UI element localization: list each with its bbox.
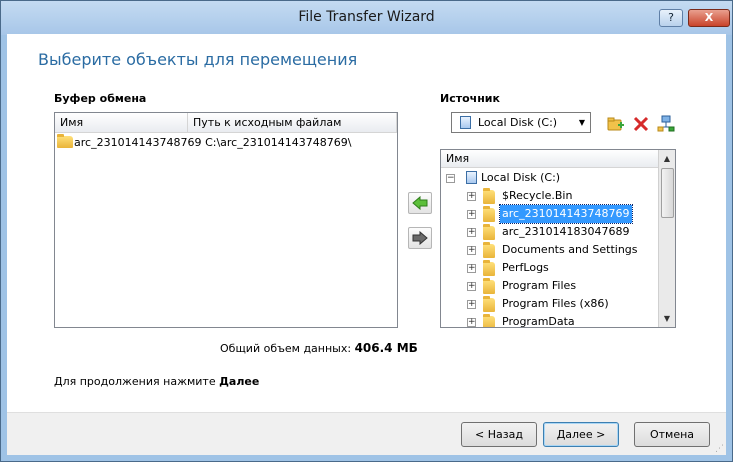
- folder-icon: [483, 278, 495, 294]
- expand-icon[interactable]: +: [467, 210, 476, 219]
- column-name[interactable]: Имя: [55, 113, 188, 132]
- clipboard-label: Буфер обмена: [54, 92, 147, 105]
- expand-icon[interactable]: +: [467, 228, 476, 237]
- expand-icon[interactable]: +: [467, 282, 476, 291]
- list-item[interactable]: arc_231014143748769 C:\arc_2310141437487…: [57, 134, 352, 151]
- drive-select-value: Local Disk (C:): [478, 116, 558, 129]
- expand-icon[interactable]: +: [467, 192, 476, 201]
- drive-select[interactable]: Local Disk (C:) ▼: [451, 112, 591, 133]
- tree-header-name[interactable]: Имя: [441, 150, 660, 168]
- close-button[interactable]: X: [688, 9, 730, 27]
- tree-item-label: ProgramData: [502, 315, 575, 328]
- tree-item-label: $Recycle.Bin: [502, 189, 573, 202]
- hint-text: Для продолжения нажмите: [54, 375, 216, 388]
- move-to-source-button[interactable]: [408, 227, 432, 249]
- tree-item-label: Documents and Settings: [502, 243, 638, 256]
- total-size-value: 406.4 МБ: [354, 341, 418, 355]
- total-size: Общий объем данных: 406.4 МБ: [220, 341, 418, 355]
- arrow-right-icon: [412, 231, 428, 245]
- folder-icon: [483, 314, 495, 327]
- scroll-down-icon[interactable]: ▼: [659, 310, 675, 327]
- delete-icon[interactable]: [632, 115, 650, 133]
- folder-icon: [483, 242, 495, 258]
- scroll-up-icon[interactable]: ▲: [659, 150, 675, 167]
- tree-item-label: PerfLogs: [502, 261, 549, 274]
- window-title: File Transfer Wizard: [298, 9, 435, 25]
- arrow-left-icon: [412, 196, 428, 210]
- hint-bold: Далее: [219, 375, 260, 388]
- drive-icon: [460, 116, 471, 129]
- folder-icon: [483, 188, 495, 204]
- continue-hint: Для продолжения нажмите Далее: [54, 375, 259, 388]
- cancel-button[interactable]: Отмена: [634, 422, 710, 447]
- source-tree[interactable]: Имя ▲ ▼ − Local Disk (C:) + $Recycle.Bin +…: [440, 149, 676, 328]
- help-button[interactable]: ?: [659, 9, 683, 27]
- folder-icon: [483, 206, 495, 222]
- item-name: arc_231014143748769: [74, 136, 202, 149]
- tree-item-label: arc_231014183047689: [502, 225, 630, 238]
- clipboard-list[interactable]: Имя Путь к исходным файлам arc_231014143…: [54, 112, 398, 328]
- new-folder-icon[interactable]: [607, 115, 625, 133]
- title-bar[interactable]: File Transfer Wizard ? X: [1, 1, 732, 35]
- expand-icon[interactable]: +: [467, 318, 476, 327]
- total-size-label: Общий объем данных:: [220, 342, 352, 355]
- folder-icon: [483, 260, 495, 276]
- item-path: C:\arc_231014143748769\: [205, 136, 352, 149]
- tree-root-label: Local Disk (C:): [481, 171, 561, 184]
- source-label: Источник: [440, 92, 500, 105]
- back-button[interactable]: < Назад: [461, 422, 537, 447]
- tree-item-label: Program Files: [502, 279, 577, 292]
- chevron-down-icon[interactable]: ▼: [574, 113, 590, 132]
- folder-icon: [57, 134, 73, 148]
- resize-grip-icon[interactable]: ⋰: [715, 444, 725, 454]
- page-title: Выберите объекты для перемещения: [38, 50, 358, 69]
- folder-icon: [483, 296, 495, 312]
- move-to-clipboard-button[interactable]: [408, 192, 432, 214]
- column-source-path[interactable]: Путь к исходным файлам: [188, 113, 397, 132]
- scroll-thumb[interactable]: [661, 168, 674, 218]
- clipboard-list-header: Имя Путь к исходным файлам: [55, 113, 397, 133]
- collapse-icon[interactable]: −: [446, 174, 455, 183]
- next-button[interactable]: Далее >: [543, 422, 619, 447]
- folder-icon: [483, 224, 495, 240]
- expand-icon[interactable]: +: [467, 246, 476, 255]
- drive-icon: [466, 171, 477, 184]
- tree-item-label: Program Files (x86): [502, 297, 609, 310]
- tree-scrollbar[interactable]: ▲ ▼: [658, 150, 675, 327]
- tree-item-label: arc_231014143748769: [499, 204, 633, 224]
- network-icon[interactable]: [657, 115, 675, 133]
- expand-icon[interactable]: +: [467, 264, 476, 273]
- expand-icon[interactable]: +: [467, 300, 476, 309]
